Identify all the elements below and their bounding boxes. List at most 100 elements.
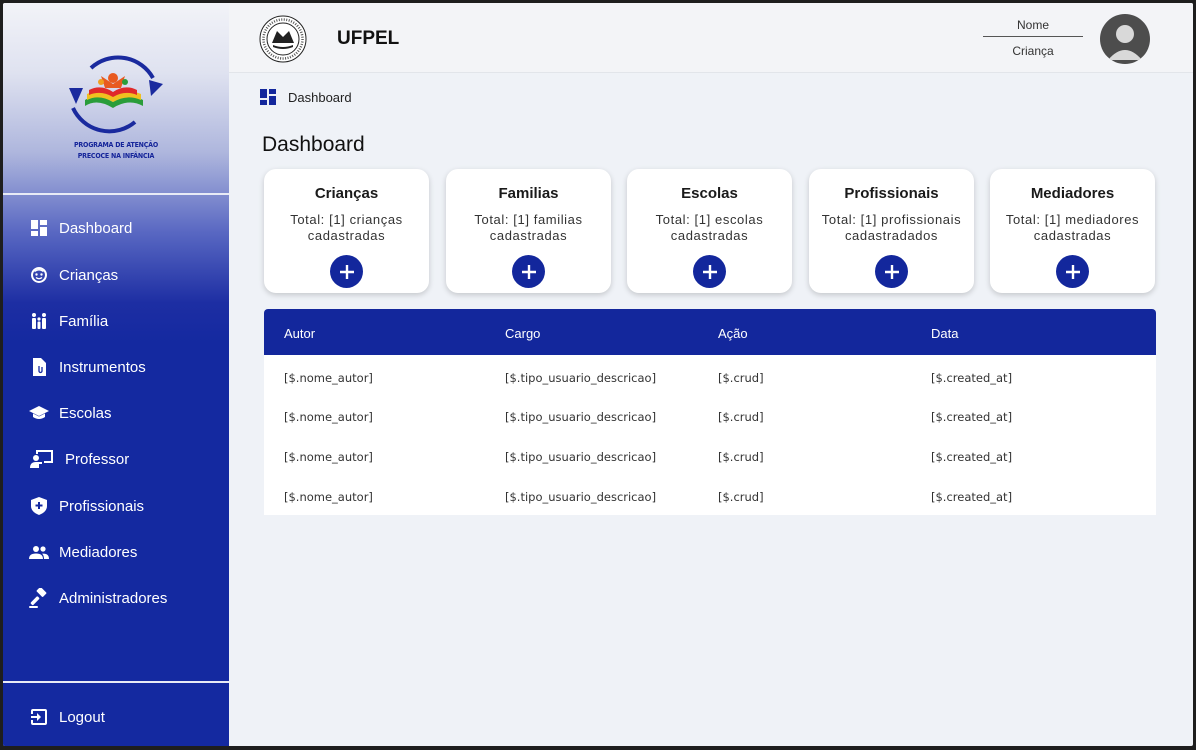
plus-icon bbox=[521, 264, 536, 279]
card-title: Profissionais bbox=[844, 185, 939, 202]
cell-autor: [$.nome_autor] bbox=[284, 490, 373, 504]
column-header-autor[interactable]: Autor bbox=[284, 326, 315, 341]
sidebar-item-label: Administradores bbox=[59, 589, 168, 607]
cell-data: [$.created_at] bbox=[931, 410, 1013, 424]
sidebar-item-familia[interactable]: Família bbox=[3, 301, 229, 341]
card-title: Mediadores bbox=[1030, 185, 1115, 202]
app-window: PROGRAMA DE ATENÇÃO PRECOCE NA INFÂNCIA … bbox=[3, 3, 1193, 746]
university-seal-icon bbox=[259, 15, 307, 63]
card-title: Crianças bbox=[314, 185, 379, 202]
group-icon bbox=[29, 542, 49, 562]
sidebar-item-label: Dashboard bbox=[59, 219, 133, 237]
sidebar-divider bbox=[3, 681, 229, 683]
cell-acao: [$.crud] bbox=[718, 450, 764, 464]
plus-icon bbox=[884, 264, 899, 279]
stat-card-profissionais: Profissionais Total: [1] profissionais c… bbox=[809, 169, 974, 293]
cell-cargo: [$.tipo_usuario_descricao] bbox=[505, 410, 657, 424]
stat-card-escolas: Escolas Total: [1] escolas cadastradas bbox=[627, 169, 792, 293]
stat-card-familias: Familias Total: [1] familias cadastradas bbox=[446, 169, 611, 293]
table-row[interactable]: [$.nome_autor] [$.tipo_usuario_descricao… bbox=[264, 450, 1156, 470]
cell-acao: [$.crud] bbox=[718, 371, 764, 385]
cell-data: [$.created_at] bbox=[931, 490, 1013, 504]
sidebar-item-criancas[interactable]: Crianças bbox=[3, 255, 229, 295]
plus-icon bbox=[339, 264, 354, 279]
page-title: Dashboard bbox=[262, 133, 365, 156]
cell-cargo: [$.tipo_usuario_descricao] bbox=[505, 490, 657, 504]
table-row[interactable]: [$.nome_autor] [$.tipo_usuario_descricao… bbox=[264, 410, 1156, 430]
teacher-icon bbox=[29, 449, 55, 469]
logout-icon bbox=[29, 707, 49, 727]
user-avatar-icon bbox=[1108, 25, 1142, 60]
avatar[interactable] bbox=[1100, 14, 1150, 64]
add-profissional-button[interactable] bbox=[875, 255, 908, 288]
plus-icon bbox=[1065, 264, 1080, 279]
sidebar-item-instrumentos[interactable]: Instrumentos bbox=[3, 347, 229, 387]
card-description: Total: [1] familias cadastradas bbox=[474, 212, 583, 243]
table-row[interactable]: [$.nome_autor] [$.tipo_usuario_descricao… bbox=[264, 371, 1156, 391]
card-title: Escolas bbox=[681, 185, 738, 202]
user-role: Criança bbox=[1012, 44, 1054, 58]
logout-button[interactable]: Logout bbox=[3, 697, 229, 737]
sidebar-item-label: Escolas bbox=[59, 404, 112, 422]
sidebar-item-label: Mediadores bbox=[59, 543, 138, 561]
logout-label: Logout bbox=[59, 708, 105, 726]
card-description: Total: [1] escolas cadastradas bbox=[655, 212, 764, 243]
add-mediador-button[interactable] bbox=[1056, 255, 1089, 288]
family-icon bbox=[29, 311, 49, 331]
breadcrumb: Dashboard bbox=[260, 89, 352, 105]
top-header: UFPEL Nome Criança bbox=[229, 3, 1193, 73]
stat-card-mediadores: Mediadores Total: [1] mediadores cadastr… bbox=[990, 169, 1155, 293]
card-description: Total: [1] profissionais cadastradados bbox=[821, 212, 962, 243]
sidebar-item-professor[interactable]: Professor bbox=[3, 439, 229, 479]
document-icon bbox=[29, 357, 49, 377]
stat-card-criancas: Crianças Total: [1] crianças cadastradas bbox=[264, 169, 429, 293]
sidebar: PROGRAMA DE ATENÇÃO PRECOCE NA INFÂNCIA … bbox=[3, 3, 229, 746]
plus-icon bbox=[702, 264, 717, 279]
table-row[interactable]: [$.nome_autor] [$.tipo_usuario_descricao… bbox=[264, 490, 1156, 510]
cell-cargo: [$.tipo_usuario_descricao] bbox=[505, 450, 657, 464]
card-description: Total: [1] crianças cadastradas bbox=[290, 212, 403, 243]
cell-data: [$.created_at] bbox=[931, 371, 1013, 385]
sidebar-item-dashboard[interactable]: Dashboard bbox=[3, 208, 229, 248]
cell-acao: [$.crud] bbox=[718, 410, 764, 424]
sidebar-item-label: Família bbox=[59, 312, 109, 330]
add-escola-button[interactable] bbox=[693, 255, 726, 288]
column-header-cargo[interactable]: Cargo bbox=[505, 326, 540, 341]
column-header-acao[interactable]: Ação bbox=[718, 326, 748, 341]
brand-title: UFPEL bbox=[337, 28, 400, 49]
table-header: Autor Cargo Ação Data bbox=[264, 309, 1156, 355]
child-face-icon bbox=[29, 265, 49, 285]
column-header-data[interactable]: Data bbox=[931, 326, 958, 341]
user-info: Nome Criança bbox=[983, 15, 1083, 63]
dashboard-icon bbox=[29, 218, 49, 238]
sidebar-item-escolas[interactable]: Escolas bbox=[3, 393, 229, 433]
program-logo: PROGRAMA DE ATENÇÃO PRECOCE NA INFÂNCIA bbox=[3, 3, 229, 193]
user-name: Nome bbox=[983, 15, 1083, 37]
cell-cargo: [$.tipo_usuario_descricao] bbox=[505, 371, 657, 385]
sidebar-item-mediadores[interactable]: Mediadores bbox=[3, 532, 229, 572]
logo-text-line2: PRECOCE NA INFÂNCIA bbox=[77, 152, 155, 160]
cell-autor: [$.nome_autor] bbox=[284, 371, 373, 385]
cell-autor: [$.nome_autor] bbox=[284, 410, 373, 424]
school-cap-icon bbox=[29, 403, 49, 423]
logo-text-line1: PROGRAMA DE ATENÇÃO bbox=[73, 141, 158, 149]
breadcrumb-label[interactable]: Dashboard bbox=[288, 90, 352, 105]
sidebar-item-label: Professor bbox=[65, 450, 130, 468]
logo-emblem-icon bbox=[69, 55, 163, 134]
card-description: Total: [1] mediadores cadastradas bbox=[1005, 212, 1140, 243]
dashboard-icon bbox=[260, 89, 276, 105]
shield-plus-icon bbox=[29, 496, 49, 516]
add-crianca-button[interactable] bbox=[330, 255, 363, 288]
sidebar-item-administradores[interactable]: Administradores bbox=[3, 578, 229, 618]
sidebar-item-label: Crianças bbox=[59, 266, 119, 284]
sidebar-item-label: Profissionais bbox=[59, 497, 145, 515]
sidebar-item-profissionais[interactable]: Profissionais bbox=[3, 486, 229, 526]
sidebar-item-label: Instrumentos bbox=[59, 358, 146, 376]
cell-acao: [$.crud] bbox=[718, 490, 764, 504]
cell-data: [$.created_at] bbox=[931, 450, 1013, 464]
activity-table: Autor Cargo Ação Data [$.nome_autor] [$.… bbox=[264, 309, 1156, 515]
card-title: Familias bbox=[498, 185, 559, 202]
cell-autor: [$.nome_autor] bbox=[284, 450, 373, 464]
add-familia-button[interactable] bbox=[512, 255, 545, 288]
gavel-icon bbox=[29, 588, 49, 608]
